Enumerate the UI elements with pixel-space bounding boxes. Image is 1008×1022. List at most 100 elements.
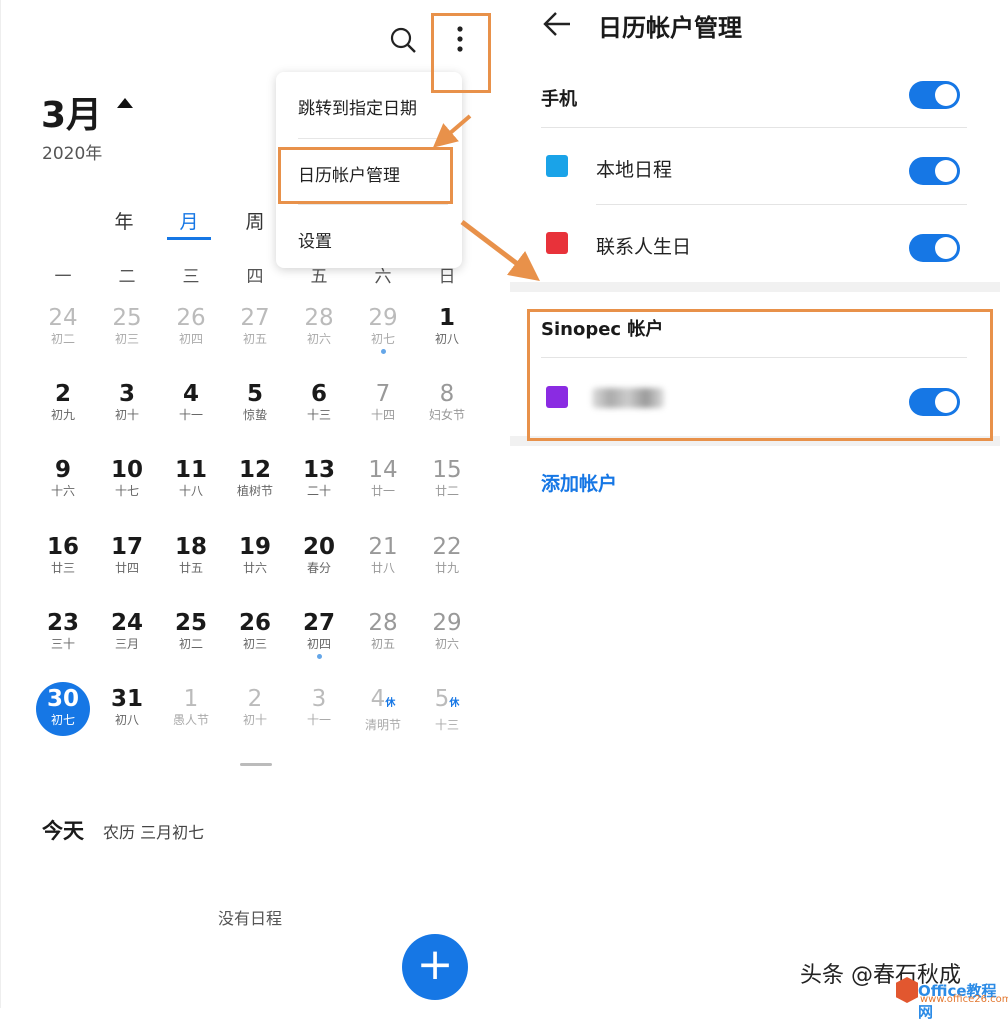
day-number: 26 <box>176 305 206 331</box>
day-number: 5 <box>434 686 450 712</box>
lunar-date: 廿一 <box>370 484 395 498</box>
day-cell[interactable]: 24 三月 <box>97 610 157 652</box>
day-cell[interactable]: 4 十一 <box>161 381 221 423</box>
toggle-birthdays[interactable] <box>909 234 960 262</box>
account-birthdays: 联系人生日 <box>596 236 692 258</box>
day-cell[interactable]: 1 初八 <box>417 305 477 347</box>
day-cell[interactable]: 15 廿二 <box>417 457 477 499</box>
day-number: 1 <box>183 686 199 712</box>
day-number: 28 <box>304 305 334 331</box>
lunar-date: 十三 <box>434 718 459 732</box>
today-label: 今天 <box>42 819 84 843</box>
day-cell[interactable]: 6 十三 <box>289 381 349 423</box>
day-cell[interactable]: 11 十八 <box>161 457 221 499</box>
watermark-url: www.office26.com <box>920 994 1008 1005</box>
plus-icon: + <box>416 939 454 990</box>
day-cell[interactable]: 23 三十 <box>33 610 93 652</box>
day-cell[interactable]: 10 十七 <box>97 457 157 499</box>
day-cell[interactable]: 5休 十三 <box>417 686 477 733</box>
add-account-link[interactable]: 添加帐户 <box>541 469 617 496</box>
day-cell[interactable]: 17 廿四 <box>97 534 157 576</box>
day-cell[interactable]: 24 初二 <box>33 305 93 347</box>
lunar-date: 三月 <box>114 637 139 651</box>
day-cell[interactable]: 5 惊蛰 <box>225 381 285 423</box>
lunar-date: 初二 <box>178 637 203 651</box>
day-cell[interactable]: 19 廿六 <box>225 534 285 576</box>
day-cell[interactable]: 22 廿九 <box>417 534 477 576</box>
day-number: 8 <box>439 381 455 407</box>
day-cell[interactable]: 27 初四 <box>289 610 349 659</box>
arrow-annotations <box>432 114 540 282</box>
day-cell[interactable]: 12 植树节 <box>225 457 285 499</box>
day-cell[interactable]: 28 初六 <box>289 305 349 347</box>
lunar-date: 春分 <box>306 561 331 575</box>
day-cell[interactable]: 31 初八 <box>97 686 157 728</box>
day-number: 14 <box>368 457 398 483</box>
toggle-phone[interactable] <box>909 81 960 109</box>
day-cell[interactable]: 1 愚人节 <box>161 686 221 728</box>
day-number: 10 <box>110 457 143 483</box>
day-number: 20 <box>302 534 335 560</box>
day-cell[interactable]: 27 初五 <box>225 305 285 347</box>
day-number: 30 <box>46 686 79 712</box>
day-cell[interactable]: 16 廿三 <box>33 534 93 576</box>
lunar-date: 廿四 <box>114 561 139 575</box>
day-cell[interactable]: 4休 清明节 <box>353 686 413 733</box>
page-title: 日历帐户管理 <box>598 14 742 42</box>
lunar-date: 愚人节 <box>172 713 209 727</box>
lunar-date: 十四 <box>370 408 395 422</box>
day-number: 25 <box>174 610 207 636</box>
day-cell[interactable]: 29 初六 <box>417 610 477 652</box>
day-number: 7 <box>375 381 391 407</box>
lunar-date: 十七 <box>114 484 139 498</box>
day-cell[interactable]: 25 初三 <box>97 305 157 347</box>
lunar-date: 初八 <box>114 713 139 727</box>
toggle-local[interactable] <box>909 157 960 185</box>
day-cell[interactable]: 18 廿五 <box>161 534 221 576</box>
day-number: 24 <box>110 610 143 636</box>
drag-handle[interactable] <box>240 763 272 766</box>
day-cell[interactable]: 2 初十 <box>225 686 285 728</box>
day-cell[interactable]: 30 初七 <box>33 686 93 728</box>
lunar-date: 初六 <box>434 637 459 651</box>
lunar-date: 廿八 <box>370 561 395 575</box>
day-cell[interactable]: 2 初九 <box>33 381 93 423</box>
event-dot <box>380 349 386 354</box>
day-cell[interactable]: 3 十一 <box>289 686 349 728</box>
divider <box>541 127 967 128</box>
day-cell[interactable]: 13 二十 <box>289 457 349 499</box>
lunar-date: 廿九 <box>434 561 459 575</box>
lunar-date: 初三 <box>242 637 267 651</box>
lunar-date: 植树节 <box>236 484 273 498</box>
day-number: 18 <box>174 534 207 560</box>
day-cell[interactable]: 3 初十 <box>97 381 157 423</box>
day-number: 28 <box>368 610 398 636</box>
day-cell[interactable]: 28 初五 <box>353 610 413 652</box>
lunar-date: 二十 <box>306 484 331 498</box>
day-cell[interactable]: 21 廿八 <box>353 534 413 576</box>
day-number: 21 <box>368 534 398 560</box>
day-cell[interactable]: 14 廿一 <box>353 457 413 499</box>
day-number: 1 <box>438 305 455 331</box>
day-cell[interactable]: 9 十六 <box>33 457 93 499</box>
day-number: 24 <box>48 305 78 331</box>
day-number: 22 <box>432 534 462 560</box>
day-cell[interactable]: 26 初四 <box>161 305 221 347</box>
day-number: 2 <box>247 686 263 712</box>
lunar-date: 初六 <box>306 332 331 346</box>
holiday-badge: 休 <box>385 698 396 709</box>
day-cell[interactable]: 29 初七 <box>353 305 413 354</box>
add-event-button[interactable]: + <box>402 934 468 1000</box>
lunar-date: 三十 <box>50 637 75 651</box>
day-number: 17 <box>110 534 143 560</box>
lunar-date: 十一 <box>178 408 203 422</box>
lunar-date: 廿二 <box>434 484 459 498</box>
lunar-date: 妇女节 <box>428 408 465 422</box>
divider <box>596 204 967 205</box>
back-arrow-icon[interactable] <box>542 10 572 38</box>
day-cell[interactable]: 26 初三 <box>225 610 285 652</box>
day-cell[interactable]: 7 十四 <box>353 381 413 423</box>
day-cell[interactable]: 25 初二 <box>161 610 221 652</box>
day-cell[interactable]: 20 春分 <box>289 534 349 576</box>
day-cell[interactable]: 8 妇女节 <box>417 381 477 423</box>
